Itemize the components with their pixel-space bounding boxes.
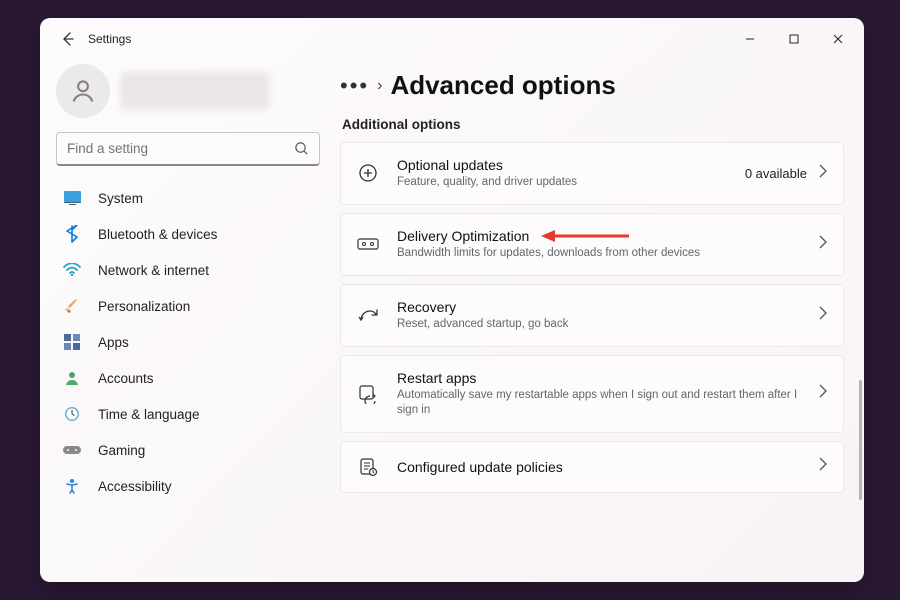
card-extra-text: 0 available [745,166,807,181]
card-title: Optional updates [397,157,745,173]
search-input[interactable] [67,141,294,156]
card-title: Recovery [397,299,819,315]
card-subtitle: Automatically save my restartable apps w… [397,388,819,418]
close-button[interactable] [816,24,860,54]
apps-icon [62,332,82,352]
profile[interactable] [56,64,320,118]
sidebar-item-system[interactable]: System [56,180,320,216]
profile-name-blurred [120,72,270,110]
sidebar: System Bluetooth & devices Network & int… [40,60,336,582]
nav-label: Personalization [98,299,190,314]
minimize-icon [745,34,755,44]
gamepad-icon [62,440,82,460]
nav-label: Accessibility [98,479,172,494]
nav-label: Network & internet [98,263,209,278]
breadcrumb-more-button[interactable]: ••• [340,73,369,99]
avatar [56,64,110,118]
sidebar-item-personalization[interactable]: Personalization [56,288,320,324]
search-icon [294,141,309,156]
brush-icon [62,296,82,316]
card-recovery[interactable]: Recovery Reset, advanced startup, go bac… [340,284,844,347]
chevron-right-icon [819,384,827,403]
monitor-icon [62,188,82,208]
search-box[interactable] [56,132,320,166]
card-title: Configured update policies [397,459,819,475]
back-button[interactable] [54,25,82,53]
restart-apps-icon [357,383,379,405]
scrollbar-thumb[interactable] [859,380,862,500]
section-header: Additional options [342,117,844,132]
maximize-icon [789,34,799,44]
nav-label: Apps [98,335,129,350]
card-subtitle: Bandwidth limits for updates, downloads … [397,246,819,261]
page-title: Advanced options [390,70,615,101]
card-title: Restart apps [397,370,819,386]
plus-circle-icon [357,162,379,184]
sidebar-item-apps[interactable]: Apps [56,324,320,360]
nav: System Bluetooth & devices Network & int… [56,180,320,504]
card-title: Delivery Optimization [397,228,819,244]
chevron-right-icon [819,235,827,254]
titlebar: Settings [40,18,864,60]
maximize-button[interactable] [772,24,816,54]
accessibility-icon [62,476,82,496]
card-configured-update-policies[interactable]: Configured update policies [340,441,844,493]
chevron-right-icon: › [377,77,382,95]
chevron-right-icon [819,306,827,325]
nav-label: Bluetooth & devices [98,227,217,242]
chevron-right-icon [819,164,827,183]
card-delivery-optimization[interactable]: Delivery Optimization Bandwidth limits f… [340,213,844,276]
settings-window: Settings System [40,18,864,582]
nav-label: Accounts [98,371,154,386]
breadcrumb: ••• › Advanced options [340,70,844,101]
nav-label: System [98,191,143,206]
close-icon [833,34,843,44]
card-restart-apps[interactable]: Restart apps Automatically save my resta… [340,355,844,433]
recovery-icon [357,304,379,326]
nav-label: Gaming [98,443,145,458]
main-panel: ••• › Advanced options Additional option… [336,60,864,582]
arrow-left-icon [60,31,76,47]
card-subtitle: Feature, quality, and driver updates [397,175,745,190]
person-icon [62,368,82,388]
sidebar-item-time-language[interactable]: Time & language [56,396,320,432]
sidebar-item-network[interactable]: Network & internet [56,252,320,288]
person-icon [69,77,97,105]
sidebar-item-accessibility[interactable]: Accessibility [56,468,320,504]
sidebar-item-bluetooth[interactable]: Bluetooth & devices [56,216,320,252]
card-optional-updates[interactable]: Optional updates Feature, quality, and d… [340,142,844,205]
card-subtitle: Reset, advanced startup, go back [397,317,819,332]
minimize-button[interactable] [728,24,772,54]
chevron-right-icon [819,457,827,476]
delivery-icon [357,233,379,255]
bluetooth-icon [62,224,82,244]
window-title: Settings [88,32,131,46]
sidebar-item-gaming[interactable]: Gaming [56,432,320,468]
policy-icon [357,456,379,478]
sidebar-item-accounts[interactable]: Accounts [56,360,320,396]
nav-label: Time & language [98,407,200,422]
clock-icon [62,404,82,424]
wifi-icon [62,260,82,280]
